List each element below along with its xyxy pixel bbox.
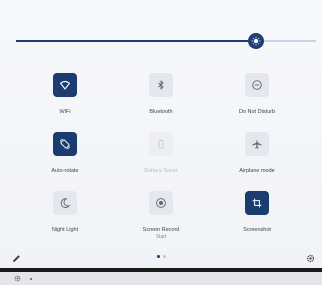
page-dot[interactable] <box>163 255 166 258</box>
quick-settings-panel: WiFi Bluetooth Do Not Disturb Auto-rotat… <box>0 0 322 268</box>
tile-night-light[interactable]: Night Light <box>20 191 110 234</box>
dot-icon <box>30 278 32 280</box>
tile-auto-rotate[interactable]: Auto-rotate <box>20 132 110 175</box>
screen-record-toggle[interactable] <box>149 191 173 215</box>
battery-saver-toggle[interactable] <box>149 132 173 156</box>
page-indicator <box>157 255 166 258</box>
brightness-slider[interactable] <box>16 33 316 49</box>
taskbar <box>0 272 322 285</box>
edit-button[interactable] <box>12 250 21 268</box>
wifi-toggle[interactable] <box>53 73 77 97</box>
tile-label: Screenshot <box>243 227 271 233</box>
screenshot-toggle[interactable] <box>245 191 269 215</box>
tile-battery-saver[interactable]: Battery Saver <box>116 132 206 175</box>
tile-bluetooth[interactable]: Bluetooth <box>116 73 206 116</box>
gear-icon <box>306 254 315 263</box>
tile-screen-record[interactable]: Screen Record Start <box>116 191 206 241</box>
page-dot[interactable] <box>157 255 160 258</box>
battery-icon <box>158 139 164 149</box>
pencil-icon <box>13 255 20 262</box>
night-light-icon <box>60 198 71 208</box>
tile-label: Screen Record <box>142 227 180 233</box>
bluetooth-toggle[interactable] <box>149 73 173 97</box>
tile-screenshot[interactable]: Screenshot <box>212 191 302 234</box>
bluetooth-icon <box>158 80 164 90</box>
brightness-slider-fill <box>16 40 256 42</box>
auto-rotate-icon <box>60 138 70 150</box>
tile-label: Auto-rotate <box>51 168 79 174</box>
tile-sublabel: Start <box>155 234 167 240</box>
screen-record-icon <box>156 198 166 208</box>
brightness-icon <box>251 36 261 46</box>
tile-label: WiFi <box>59 109 71 115</box>
airplane-mode-toggle[interactable] <box>245 132 269 156</box>
airplane-icon <box>252 139 262 149</box>
tile-label: Night Light <box>51 227 79 233</box>
tile-wifi[interactable]: WiFi <box>20 73 110 116</box>
do-not-disturb-icon <box>252 80 262 90</box>
tile-airplane-mode[interactable]: Airplane mode <box>212 132 302 175</box>
tile-label: Bluetooth <box>149 109 173 115</box>
tile-label: Airplane mode <box>239 168 275 174</box>
brightness-slider-thumb[interactable] <box>248 33 264 49</box>
tile-do-not-disturb[interactable]: Do Not Disturb <box>212 73 302 116</box>
tile-label: Battery Saver <box>144 168 178 174</box>
wifi-icon <box>59 80 71 90</box>
tile-label: Do Not Disturb <box>238 109 276 115</box>
auto-rotate-toggle[interactable] <box>53 132 77 156</box>
do-not-disturb-toggle[interactable] <box>245 73 269 97</box>
screenshot-icon <box>252 198 262 208</box>
night-light-toggle[interactable] <box>53 191 77 215</box>
settings-button[interactable] <box>306 250 315 268</box>
gear-icon[interactable] <box>14 275 21 282</box>
